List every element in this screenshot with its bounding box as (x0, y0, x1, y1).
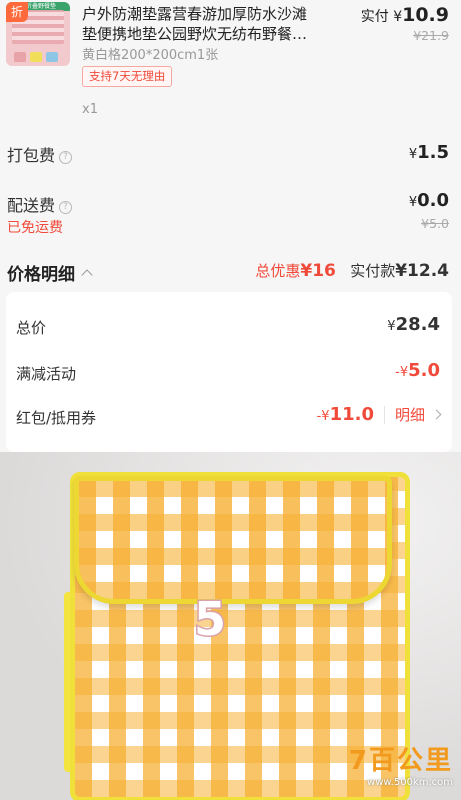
product-quantity: x1 (82, 102, 98, 117)
total-discount-value: ¥16 (300, 261, 336, 281)
delivery-fee-label: 配送费? (7, 192, 73, 216)
delivery-fee-value: 0.0 (417, 190, 449, 211)
packing-fee-amount: ¥1.5 (409, 142, 449, 163)
package-icon (14, 52, 26, 62)
price-detail-card: 总价 ¥28.4 满减活动 -¥5.0 红包/抵用券 -¥11.0 明细 (6, 292, 452, 452)
price-row-total: 总价 ¥28.4 (16, 312, 440, 342)
original-price: ¥21.9 (413, 28, 449, 43)
chevron-up-icon (81, 269, 93, 281)
packing-fee-text: 打包费 (7, 146, 56, 165)
paid-value: 10.9 (402, 4, 449, 26)
row-label: 红包/抵用券 (16, 409, 97, 427)
row-amount: -¥11.0 明细 (316, 404, 442, 425)
return-policy-tag: 支持7天无理由 (82, 66, 173, 87)
price-summary: 总优惠¥16 实付款¥12.4 (255, 260, 449, 281)
row-value: 11.0 (329, 404, 374, 425)
total-discount-label: 总优惠 (255, 262, 301, 280)
packing-fee-value: 1.5 (417, 142, 449, 163)
watermark-logo-text: 7百公里 (348, 746, 453, 776)
currency-symbol: ¥ (408, 195, 418, 210)
watermark-url: www.500km.com (367, 777, 453, 788)
free-delivery-text: 已免运费 (7, 220, 63, 236)
watermark-logo: 7百公里 (349, 740, 453, 777)
row-amount: -¥5.0 (395, 360, 440, 381)
row-value: 28.4 (395, 314, 440, 335)
product-title[interactable]: 户外防潮垫露营春游加厚防水沙滩 垫便携地垫公园野炊无纺布野餐… (82, 4, 342, 44)
product-spec: 黄白格200*200cm1张 (82, 48, 219, 63)
row-value: 5.0 (408, 360, 440, 381)
currency-symbol: ¥ (408, 147, 418, 162)
currency-symbol: -¥ (316, 409, 330, 424)
discount-badge: 折 (6, 2, 28, 22)
row-label: 满减活动 (16, 365, 77, 383)
price-detail-toggle[interactable]: 价格明细 (7, 260, 93, 285)
package-icon (46, 52, 58, 62)
currency-symbol: ¥ (387, 319, 396, 334)
delivery-fee-text: 配送费 (7, 196, 56, 215)
package-icon (30, 52, 42, 62)
paid-label: 实付 (360, 9, 389, 25)
row-label: 总价 (16, 319, 47, 337)
total-paid-value: ¥12.4 (395, 261, 449, 281)
mat-flap (74, 476, 392, 604)
packing-fee-label: 打包费? (7, 142, 73, 166)
delivery-fee-amount: ¥0.0 (409, 190, 449, 211)
currency-symbol: -¥ (395, 365, 409, 380)
price-row-coupon[interactable]: 红包/抵用券 -¥11.0 明细 (16, 402, 442, 432)
price-row-promotion: 满减活动 -¥5.0 (16, 358, 440, 388)
delivery-original-price: ¥5.0 (421, 216, 449, 231)
product-photo: 5 7百公里 www.500km.com (0, 452, 461, 800)
product-paid-price: 实付 ¥10.9 (361, 4, 449, 26)
photo-number-overlay: 5 (192, 591, 227, 648)
row-amount: ¥28.4 (387, 314, 440, 335)
order-detail-panel: 可折叠野餐垫 折 户外防潮垫露营春游加厚防水沙滩 垫便携地垫公园野炊无纺布野餐…… (0, 0, 461, 452)
help-icon[interactable]: ? (59, 201, 73, 214)
coupon-detail-link[interactable]: 明细 (383, 406, 425, 424)
total-paid-label: 实付款 (350, 262, 396, 280)
help-icon[interactable]: ? (59, 151, 73, 164)
watermark: 7百公里 www.500km.com (349, 740, 453, 788)
chevron-right-icon (431, 409, 442, 420)
product-title-line: 垫便携地垫公园野炊无纺布野餐… (82, 25, 308, 43)
product-title-line: 户外防潮垫露营春游加厚防水沙滩 (82, 5, 308, 23)
paid-currency: ¥ (393, 9, 403, 25)
price-detail-title: 价格明细 (7, 265, 75, 285)
